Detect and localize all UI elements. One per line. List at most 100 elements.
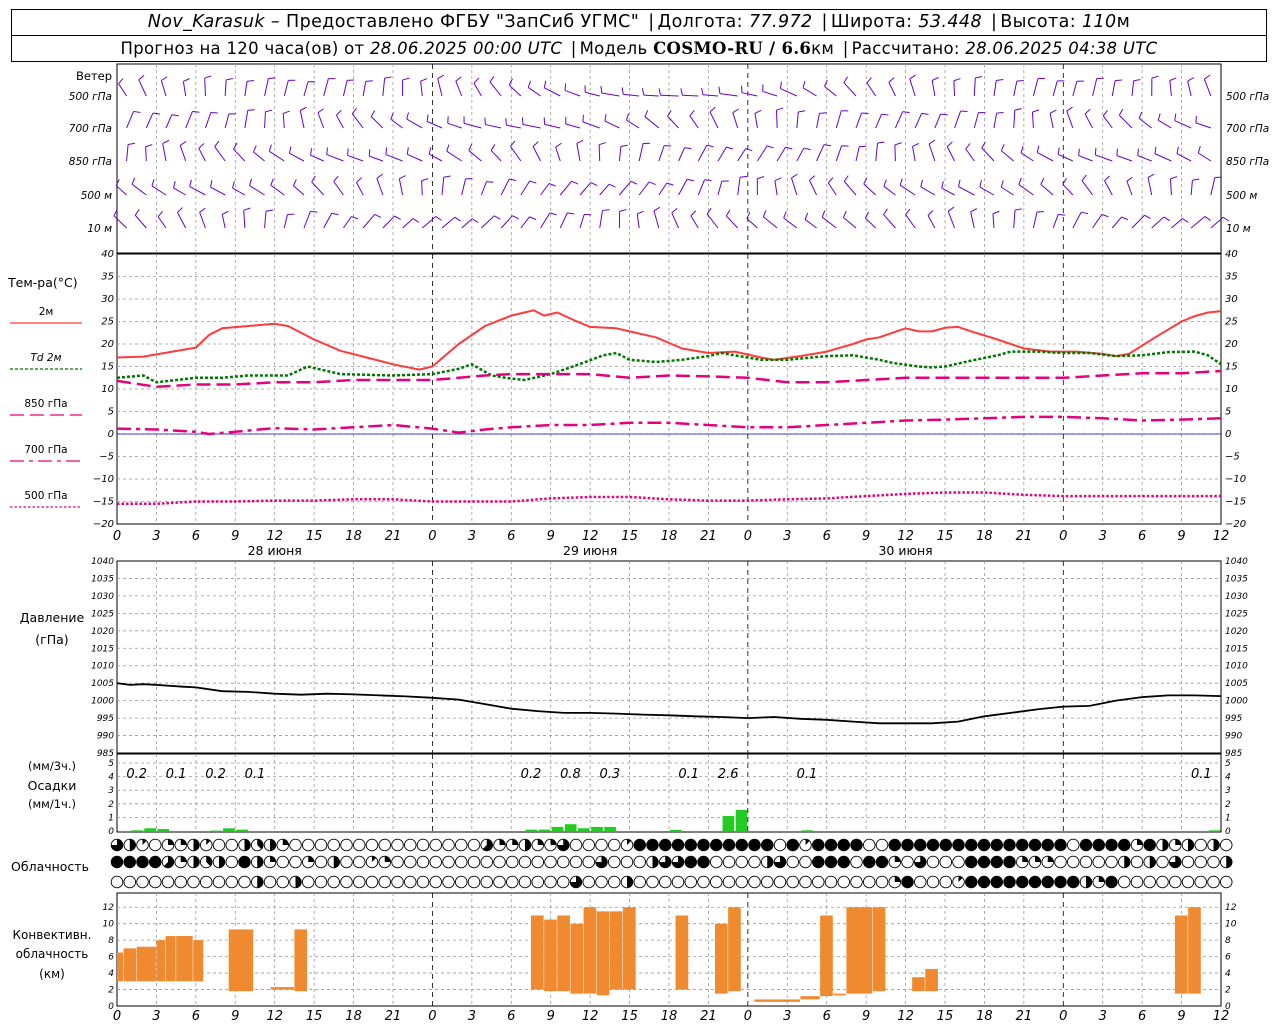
y-tick-label-left: 1005 [91,679,114,689]
cloud-symbol [1194,875,1207,889]
y-tick-label-left: −5 [99,452,114,463]
wind-barb [1195,122,1212,129]
pressure-title: Давление [20,610,85,625]
wind-barb [697,179,705,196]
y-tick-label-left: 1015 [91,644,114,654]
wind-barb-feather [1104,175,1110,182]
wind-barb [732,112,739,129]
wind-barb-feather [779,81,782,89]
wind-barb [185,111,193,129]
wind-barb [138,79,147,97]
wind-barb-feather [1144,214,1151,220]
wind-barb-feather [1118,108,1124,116]
wind-barb-feather [1192,178,1200,181]
wind-barb [576,143,581,162]
cloud-symbol [1130,855,1144,869]
wind-barb [1092,78,1098,97]
wind-barb [481,215,495,229]
cloud-symbol [1181,855,1195,869]
wind-barb [579,182,592,196]
wind-barb [1037,152,1054,162]
conv-cloud-bar [156,940,166,982]
wind-barb [468,150,482,162]
wind-barb-feather [996,79,1004,81]
y-tick-label-right: 20 [1225,339,1238,350]
wind-barb-feather [803,147,811,151]
wind-barb [912,146,916,162]
cloud-symbol [442,838,455,852]
precip-bar [801,830,814,831]
x-tick-label: 9 [1177,1009,1185,1024]
wind-barb-feather [317,108,324,114]
conv-cloud-bar [596,911,610,996]
wind-barb [198,148,206,162]
wind-barb [204,112,212,129]
cloud-symbol [786,855,800,869]
wind-barb [653,210,660,229]
wind-barb-feather [157,210,163,217]
wind-barb [941,187,955,196]
cloud-symbol-fill [1105,839,1118,851]
cloud-symbol [378,838,392,852]
wind-barb [310,154,324,162]
cloud-symbol-fill [894,856,901,862]
cloud-symbol [608,838,621,852]
cloud-symbol [110,875,124,889]
wind-barb [802,87,817,97]
wind-barb-feather [1014,108,1022,111]
cloud-symbol [238,875,251,889]
wind-barb [390,118,403,129]
meteogram-chart: Ветер 500 гПа 500 гПа 700 гПа 700 гПа 850 гПа… [7,63,1269,1024]
cloud-symbol [620,855,634,869]
precip-bar [223,828,235,831]
wind-barb-feather [548,183,556,187]
wind-barb-feather [637,210,644,215]
cloud-symbol [518,875,532,889]
wind-barb-feather [1138,111,1143,119]
cloud-symbol [837,875,851,889]
wind-barb-feather [384,76,392,79]
wind-barb-feather [909,74,916,80]
x-tick-label: 12 [266,529,283,544]
wind-barb [579,214,585,229]
cloud-symbol [531,855,545,869]
wind-barb-feather [626,113,629,121]
wind-barb [115,185,127,196]
wind-barb-feather [1157,113,1161,121]
cloud-symbol [914,875,927,889]
x-tick-label: 18 [976,1009,993,1024]
wind-barb [544,123,561,129]
wind-barb [623,93,640,97]
wind-barb [1013,210,1016,229]
wind-barb [1001,186,1014,196]
cloud-symbol-fill [646,839,659,851]
wind-barb [500,215,513,229]
wind-barb [293,185,305,196]
wind-barb [407,153,423,162]
y-tick-label-right: 1025 [1225,609,1248,619]
wind-barb-feather [928,139,936,145]
wind-barb-feather [567,212,575,215]
wind-barb [1052,214,1059,229]
cloud-symbol [212,875,226,889]
wind-barb [804,219,817,229]
x-tick-label: 0 [113,1009,121,1024]
conv-cloud-bar [800,996,820,1000]
cloud-symbol-fill [537,839,544,845]
conv-cloud-bar [1175,915,1188,994]
cloud-symbol-fill [965,876,978,888]
wind-barb [636,213,640,229]
wind-barb-feather [192,110,200,113]
wind-barb [809,180,818,196]
wind-barb-feather [940,113,948,116]
cloud-symbol [608,875,621,889]
legend-label: 500 гПа [24,490,67,502]
wind-barb-feather [521,117,524,125]
cloud-symbol [1117,875,1131,889]
wind-barb [1171,218,1183,229]
wind-barb [702,94,719,97]
wind-barb-feather [247,109,255,111]
cloud-symbol-fill [684,839,697,851]
wind-barb [992,213,995,229]
x-tick-label: 0 [113,529,121,544]
